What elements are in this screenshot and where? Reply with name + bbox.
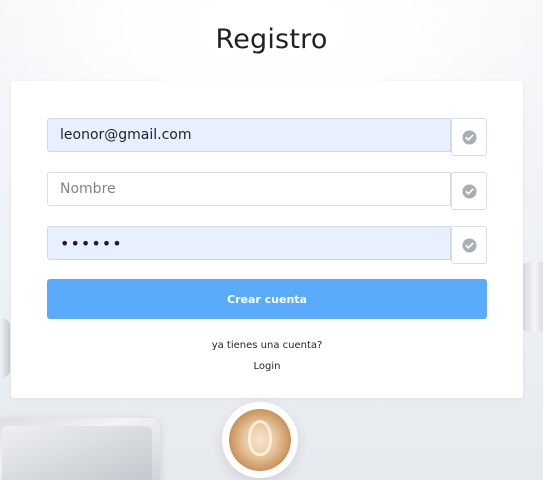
background-object-right [520, 262, 543, 332]
password-check-addon [451, 226, 487, 264]
email-check-addon [451, 118, 487, 156]
name-field-group [47, 172, 487, 210]
create-account-button[interactable]: Crear cuenta [47, 279, 487, 319]
email-field-group [47, 118, 487, 156]
password-input[interactable] [47, 226, 451, 260]
check-circle-icon [461, 129, 477, 145]
password-field-group [47, 226, 487, 264]
login-link[interactable]: Login [11, 361, 523, 372]
name-input[interactable] [47, 172, 451, 206]
check-circle-icon [461, 183, 477, 199]
email-input[interactable] [47, 118, 451, 152]
login-prompt-text: ya tienes una cuenta? [211, 340, 323, 351]
check-circle-icon [461, 237, 477, 253]
background-laptop [0, 418, 160, 480]
name-check-addon [451, 172, 487, 210]
register-card: Crear cuenta ya tienes una cuenta? Login [11, 81, 523, 398]
background-object-left [0, 318, 10, 378]
page-title: Registro [215, 24, 328, 55]
background-latte-art [248, 420, 272, 456]
